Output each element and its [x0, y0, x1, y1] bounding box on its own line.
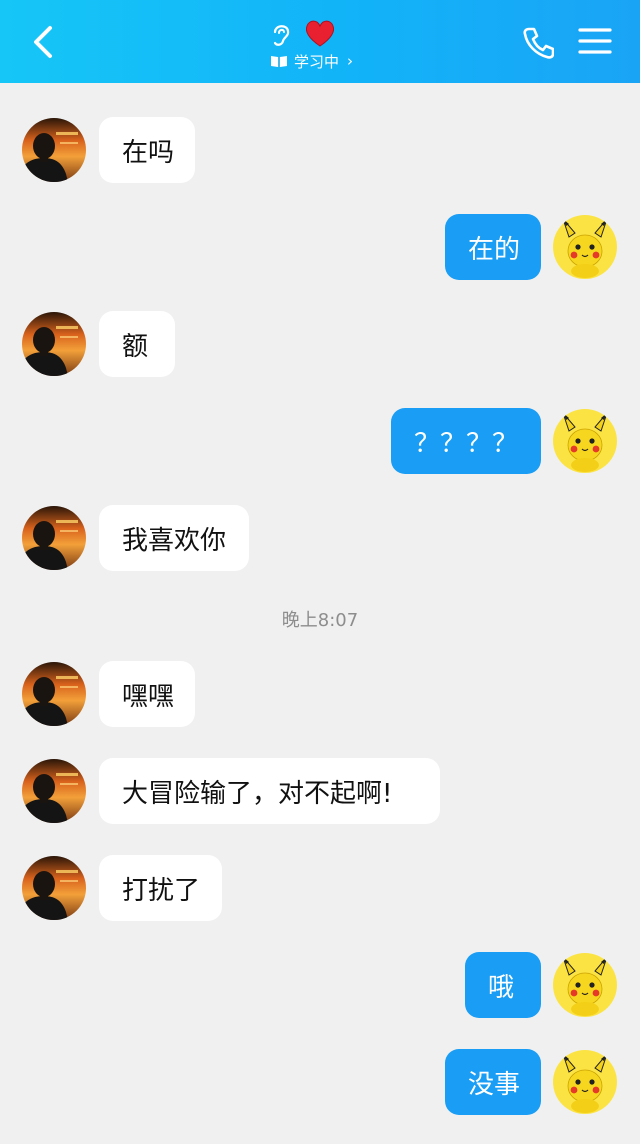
my-avatar[interactable]	[553, 1050, 617, 1114]
contact-avatar[interactable]	[22, 312, 86, 376]
my-avatar[interactable]	[553, 953, 617, 1017]
message-bubble[interactable]: 没事	[445, 1049, 541, 1115]
message-bubble[interactable]: 哦	[465, 952, 541, 1018]
menu-icon[interactable]	[578, 26, 612, 56]
book-icon	[271, 56, 287, 67]
my-avatar[interactable]	[553, 215, 617, 279]
contact-avatar[interactable]	[22, 856, 86, 920]
online-status[interactable]: 学习中 ›	[270, 50, 353, 72]
phone-icon[interactable]	[522, 26, 554, 60]
contact-avatar[interactable]	[22, 662, 86, 726]
contact-avatar[interactable]	[22, 118, 86, 182]
chevron-right-icon: ›	[347, 52, 354, 70]
message-bubble[interactable]: ？？？？	[391, 408, 541, 474]
my-avatar[interactable]	[553, 409, 617, 473]
back-arrow-icon[interactable]	[24, 22, 64, 62]
chat-header: 学习中 ›	[0, 0, 640, 83]
message-bubble[interactable]: 我喜欢你	[99, 505, 249, 571]
contact-avatar[interactable]	[22, 759, 86, 823]
message-bubble[interactable]: 嘿嘿	[99, 661, 195, 727]
contact-avatar[interactable]	[22, 506, 86, 570]
message-bubble[interactable]: 额	[99, 311, 175, 377]
timestamp: 晚上8:07	[281, 610, 359, 631]
message-bubble[interactable]: 在吗	[99, 117, 195, 183]
message-bubble[interactable]: 在的	[445, 214, 541, 280]
status-label: 学习中	[294, 52, 340, 71]
ear-icon	[273, 25, 290, 46]
heart-icon	[305, 20, 335, 47]
message-bubble[interactable]: 打扰了	[99, 855, 222, 921]
message-bubble[interactable]: 大冒险输了，对不起啊!	[99, 758, 440, 824]
